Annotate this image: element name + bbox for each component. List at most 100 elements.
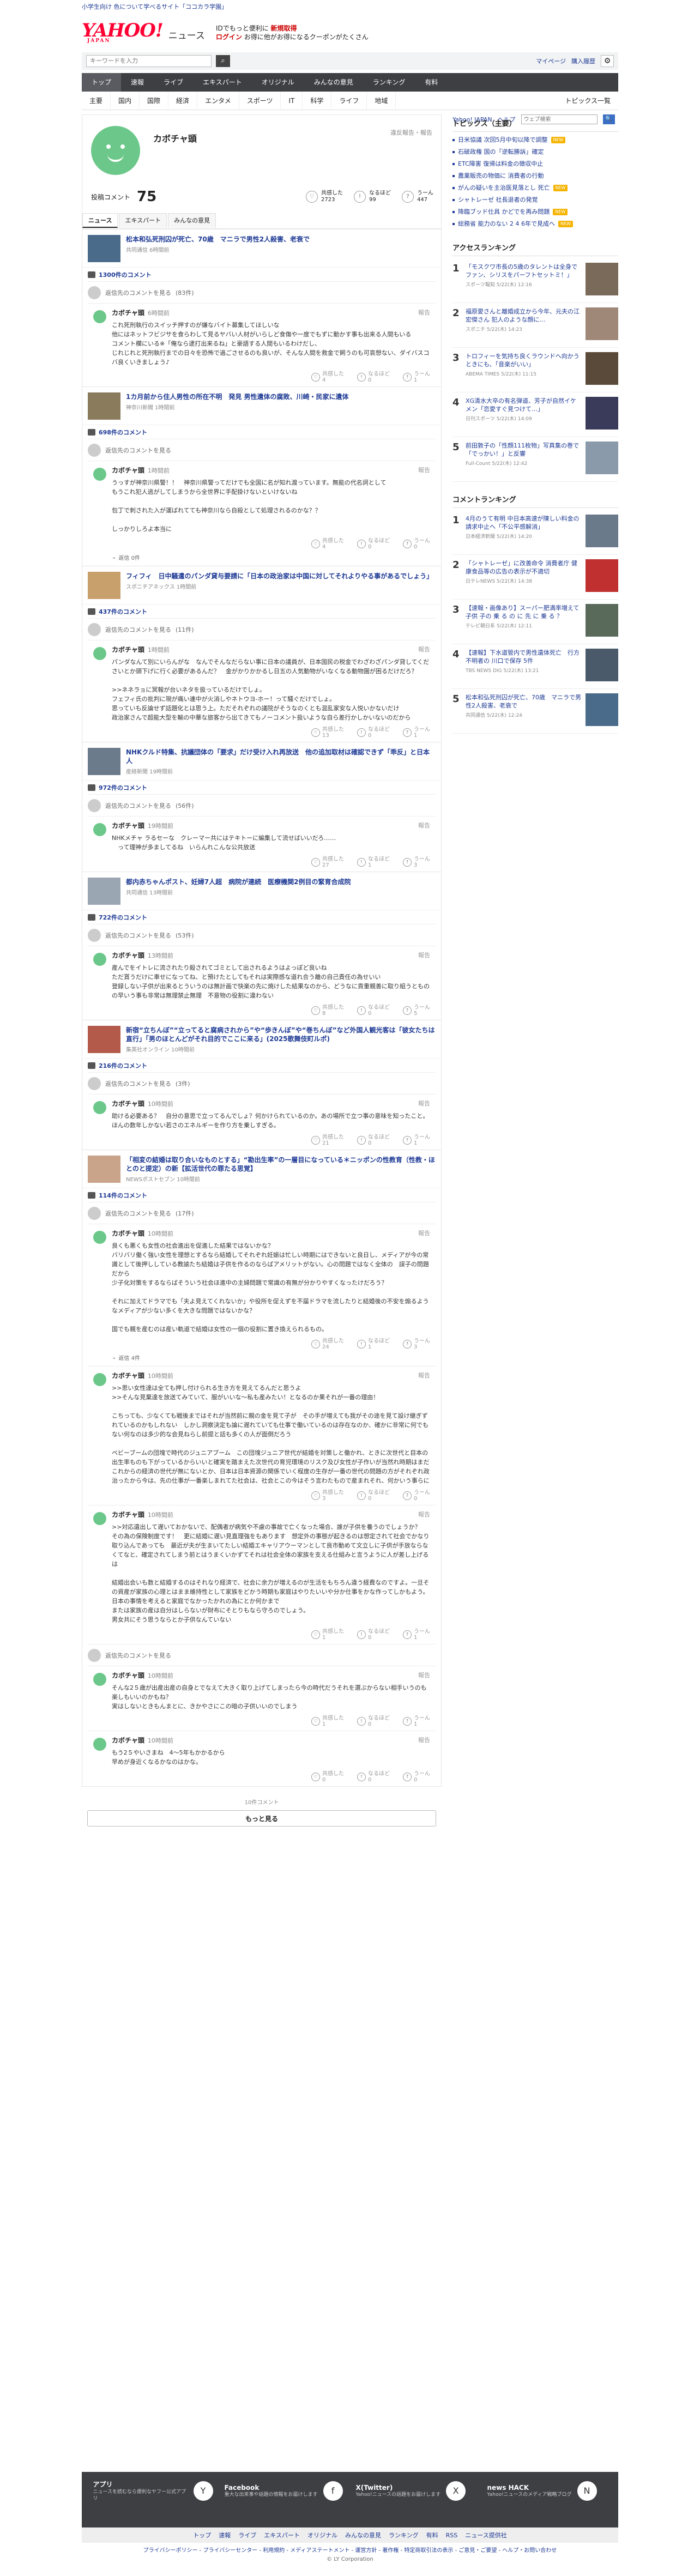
comment-author[interactable]: カボチャ頭: [112, 467, 144, 474]
rank-title[interactable]: 【速報】下水道管内で男性遺体死亡 行方不明者の 川口で保存 5件: [466, 649, 581, 665]
footer-app-link[interactable]: Facebook 重大な出来事や話題の情報をお届けします f: [225, 2480, 345, 2502]
hmm-u-button[interactable]: ? うーん 1: [403, 727, 430, 739]
agree-button[interactable]: ♡ 共感した 1: [311, 1715, 344, 1727]
article-comment-count[interactable]: 216件のコメント: [82, 1058, 441, 1072]
category-nav-item[interactable]: ライフ: [331, 91, 367, 110]
reply-target-link[interactable]: 返信先のコメントを見る (56件): [88, 794, 436, 816]
article-link[interactable]: 「相変の結婚は取り合いなものとする」“勘出生率”の一層目になっている＊ニッポンの…: [82, 1150, 441, 1188]
ranking-item[interactable]: 2 福原愛さんと離婚成立から今年、元夫の江宏傑さん 犯人のような顔に… スポニチ 5…: [452, 303, 618, 348]
hmm-u-button[interactable]: ? うーん 0: [403, 1771, 430, 1783]
article-comment-count[interactable]: 722件のコメント: [82, 910, 441, 924]
article-title[interactable]: 「相変の結婚は取り合いなものとする」“勘出生率”の一層目になっている＊ニッポンの…: [126, 1156, 436, 1173]
hmm-n-button[interactable]: ! なるほど 0: [357, 1771, 390, 1783]
comment-author[interactable]: カボチャ頭: [112, 1372, 144, 1380]
footer-nav-item[interactable]: ニュース提供社: [465, 2531, 506, 2539]
article-link[interactable]: NHKクルド特集、抗議団体の「要求」だけ受け入れ再放送 他の追加取材は確認できず…: [82, 742, 441, 780]
hmm-n-button[interactable]: ! なるほど 0: [357, 1715, 390, 1727]
hmm-n-button[interactable]: ! なるほど 0: [357, 1629, 390, 1641]
report-link[interactable]: 報告: [418, 951, 430, 960]
topic-item[interactable]: シャトレーゼ 社長退者の発覚: [452, 194, 618, 206]
article-comment-count[interactable]: 114件のコメント: [82, 1188, 441, 1202]
hmm-n-button[interactable]: ! なるほど 1: [357, 856, 390, 868]
category-nav-item[interactable]: 科学: [303, 91, 332, 110]
footer-nav-item[interactable]: 有料: [426, 2531, 438, 2539]
ranking-item[interactable]: 2 「シャトレーゼ」に改善命令 消費者庁 健康食品等の広告の表示が不適切 日テレNE…: [452, 555, 618, 600]
ranking-item[interactable]: 4 XG清水大卒の有名弾道、芳子が自然イケメン「恋愛すぐ見つけて…」 日刊スポーツ …: [452, 392, 618, 437]
reply-target-link[interactable]: 返信先のコメントを見る: [88, 1644, 436, 1666]
footer-nav-item[interactable]: 速報: [219, 2531, 231, 2539]
main-nav-item[interactable]: ランキング: [363, 73, 415, 92]
report-link[interactable]: 報告: [418, 1510, 430, 1519]
footer-nav-item[interactable]: ライブ: [238, 2531, 256, 2539]
footer-nav-item[interactable]: ランキング: [389, 2531, 419, 2539]
login-link[interactable]: ログイン: [216, 33, 242, 41]
category-nav-item[interactable]: 国内: [111, 91, 140, 110]
footer-nav-item[interactable]: トップ: [193, 2531, 211, 2539]
comment-author[interactable]: カボチャ頭: [112, 646, 144, 654]
article-title[interactable]: NHKクルド特集、抗議団体の「要求」だけ受け入れ再放送 他の追加取材は確認できず…: [126, 748, 436, 765]
agree-button[interactable]: ♡ 共感した 21: [311, 1134, 344, 1146]
ranking-item[interactable]: 1 4月のうて有明 中日本高速が陳しい料金の請求中止へ「不公平感解消」 日本経済新聞…: [452, 510, 618, 555]
comment-author[interactable]: カボチャ頭: [112, 1672, 144, 1679]
hmm-n-button[interactable]: ! なるほど 0: [357, 371, 390, 383]
category-nav-item[interactable]: 主要: [82, 91, 111, 110]
rank-title[interactable]: 松本和弘死刑囚が死亡、70歳 マニラで男性2人殺害、老衰で: [466, 693, 581, 710]
agree-button[interactable]: ♡ 共感した 4: [311, 538, 344, 550]
article-comment-count[interactable]: 437件のコメント: [82, 604, 441, 618]
hmm-u-button[interactable]: ? うーん 0: [403, 538, 430, 550]
tab-opinions[interactable]: みんなの意見: [168, 213, 216, 228]
hmm-u-button[interactable]: ? うーん 3: [403, 856, 430, 868]
rank-title[interactable]: トロフィーを気持ち良くラウンドへ向かうときにも、「音楽がいい」: [466, 352, 581, 368]
report-link[interactable]: 報告: [418, 308, 430, 317]
article-title[interactable]: 1カ月前から住人男性の所在不明 発見 男性遺体の腐敗、川崎・民家に遺体: [126, 392, 349, 401]
news-search-icon[interactable]: ⌕: [216, 55, 230, 67]
tab-news[interactable]: ニュース: [82, 213, 118, 228]
article-link[interactable]: 松本和弘死刑囚が死亡、70歳 マニラで男性2人殺害、老衰で 共同通信 6時間前: [82, 229, 441, 267]
report-link[interactable]: 報告: [418, 821, 430, 830]
comment-author[interactable]: カボチャ頭: [112, 1230, 144, 1237]
agree-button[interactable]: ♡ 共感した 0: [311, 1771, 344, 1783]
topic-item[interactable]: がんの疑いを主治医見落とし 死亡 NEW: [452, 182, 618, 194]
article-title[interactable]: 都内赤ちゃんポスト、妊婦7人超 病院が連続 医療機関2例目の緊育合成院: [126, 878, 351, 886]
show-more-button[interactable]: もっと見る: [87, 1810, 436, 1827]
hmm-u-button[interactable]: ? うーん 1: [403, 1715, 430, 1727]
ranking-item[interactable]: 5 松本和弘死刑囚が死亡、70歳 マニラで男性2人殺害、老衰で 共同通信 5/22(…: [452, 689, 618, 734]
footer-links[interactable]: プライバシーポリシー - プライバシーセンター - 利用規約 - メディアステー…: [82, 2545, 618, 2554]
agree-button[interactable]: ♡ 共感した 1: [311, 1629, 344, 1641]
ranking-item[interactable]: 5 前田敦子の「性顔111枚物」写真集の巻で「でっかい！」と反響 Full-Coun…: [452, 437, 618, 482]
hmm-n-button[interactable]: ! なるほど 0: [357, 1005, 390, 1017]
reply-target-link[interactable]: 返信先のコメントを見る (17件): [88, 1202, 436, 1224]
hmm-u-button[interactable]: ? うーん 0: [403, 1490, 430, 1502]
main-nav-item[interactable]: ライブ: [154, 73, 193, 92]
hmm-n-button[interactable]: ! なるほど 0: [357, 727, 390, 739]
main-nav-item[interactable]: エキスパート: [193, 73, 252, 92]
topic-item[interactable]: ETC障害 復帰は料金の徴収中止: [452, 158, 618, 170]
article-link[interactable]: フィフィ 日中騒遣のパンダ貸与要請に「日本の政治家は中国に対してそれよりやる事が…: [82, 566, 441, 604]
replies-toggle[interactable]: ⌄ 返信 0件: [112, 553, 430, 566]
hmm-u-button[interactable]: ? うーん 3: [403, 1338, 430, 1350]
comment-author[interactable]: カボチャ頭: [112, 1511, 144, 1519]
hmm-n-button[interactable]: ! なるほど 0: [357, 1490, 390, 1502]
category-nav-item[interactable]: 地域: [367, 91, 396, 110]
rank-title[interactable]: 前田敦子の「性顔111枚物」写真集の巻で「でっかい！」と反響: [466, 442, 581, 458]
topic-item[interactable]: 降臨ブッド仕具 かどでを再み問題 NEW: [452, 206, 618, 218]
tab-expert[interactable]: エキスパート: [119, 213, 167, 228]
comment-author[interactable]: カボチャ頭: [112, 1100, 144, 1108]
category-nav-item[interactable]: 経済: [168, 91, 198, 110]
report-link[interactable]: 報告: [418, 1229, 430, 1238]
agree-button[interactable]: ♡ 共感した 3: [311, 1490, 344, 1502]
rank-title[interactable]: 「シャトレーゼ」に改善命令 消費者庁 健康食品等の広告の表示が不適切: [466, 559, 581, 576]
topic-item[interactable]: 農業販売の物価に 消費者の行動: [452, 170, 618, 182]
category-nav-item[interactable]: スポーツ: [239, 91, 281, 110]
article-title[interactable]: 新宿“立ちんぼ”“立ってると腐病されから”や“歩きんぼ”や“巻ちんぼ”など外国人…: [126, 1026, 436, 1043]
comment-author[interactable]: カボチャ頭: [112, 1737, 144, 1744]
article-link[interactable]: 1カ月前から住人男性の所在不明 発見 男性遺体の腐敗、川崎・民家に遺体 神奈川新聞…: [82, 386, 441, 425]
agree-button[interactable]: ♡ 共感した 8: [311, 1005, 344, 1017]
report-user-link[interactable]: 違反報告・報告: [390, 128, 432, 137]
mypage-link[interactable]: マイページ: [536, 57, 566, 65]
category-nav-item[interactable]: 国際: [140, 91, 169, 110]
register-link[interactable]: 新規取得: [271, 25, 297, 32]
footer-app-link[interactable]: アプリ ニュースを読むなら便利なヤフー公式アプリ Y: [93, 2480, 213, 2502]
topic-item[interactable]: 日米協議 次回5月中旬以降で調整 NEW: [452, 134, 618, 146]
footer-app-link[interactable]: news HACK Yahoo!ニュースのメディア戦略ブログ N: [487, 2480, 607, 2502]
